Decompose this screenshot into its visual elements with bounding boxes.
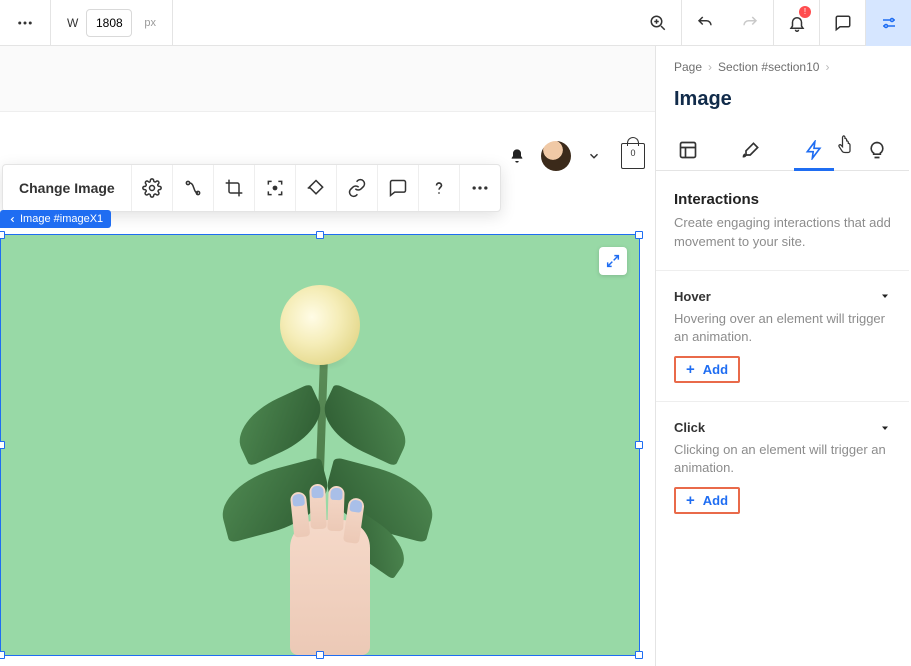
overflow-button[interactable] [460, 165, 500, 211]
link-icon [347, 178, 367, 198]
zoom-button[interactable] [635, 0, 681, 46]
crumb-page[interactable]: Page [674, 60, 702, 74]
link-button[interactable] [337, 165, 378, 211]
comments-button[interactable] [819, 0, 865, 46]
image-preview [1, 235, 639, 655]
inspector-panel: Page Section #section10 Image Interactio… [655, 46, 909, 666]
gear-icon [142, 178, 162, 198]
crop-button[interactable] [214, 165, 255, 211]
change-image-button[interactable]: Change Image [3, 165, 132, 211]
animation-button[interactable] [173, 165, 214, 211]
crop-icon [224, 178, 244, 198]
resize-handle[interactable] [635, 651, 643, 659]
top-toolbar: W px ! [0, 0, 911, 46]
breadcrumb: Page Section #section10 [656, 46, 909, 74]
click-title: Click [674, 420, 705, 435]
expand-icon [605, 253, 621, 269]
panel-title: Image [656, 74, 909, 129]
crumb-sep-icon [825, 60, 829, 74]
comment-icon [388, 178, 408, 198]
focal-point-button[interactable] [255, 165, 296, 211]
undo-icon [696, 14, 714, 32]
caret-down-icon [879, 290, 891, 302]
lightning-icon [804, 140, 824, 160]
divider [656, 270, 909, 271]
add-hover-button[interactable]: + Add [674, 356, 740, 383]
inspector-tabs [656, 129, 909, 171]
divider [656, 401, 909, 402]
selection-label: Image #imageX1 [20, 213, 103, 225]
comment-button[interactable] [378, 165, 419, 211]
ellipsis-icon [470, 178, 490, 198]
crumb-section[interactable]: Section #section10 [718, 60, 819, 74]
click-desc: Clicking on an element will trigger an a… [656, 441, 909, 487]
chevron-down-icon[interactable] [587, 149, 601, 163]
canvas-area[interactable]: 0 Change Image [0, 46, 655, 666]
resize-handle[interactable] [0, 231, 5, 239]
resize-handle[interactable] [635, 231, 643, 239]
lightbulb-icon [867, 140, 887, 160]
redo-icon [741, 14, 759, 32]
selected-image-frame[interactable] [0, 234, 640, 656]
width-unit: px [144, 17, 156, 29]
zoom-in-icon [649, 14, 667, 32]
canvas-bg-top [0, 46, 655, 112]
path-icon [183, 178, 203, 198]
rose-illustration [180, 255, 460, 655]
crumb-sep-icon [708, 60, 712, 74]
resize-handle[interactable] [0, 441, 5, 449]
sliders-icon [880, 14, 898, 32]
image-context-toolbar: Change Image [2, 164, 501, 212]
width-label: W [67, 16, 78, 30]
cart-button[interactable]: 0 [621, 143, 645, 169]
settings-button[interactable] [132, 165, 173, 211]
selection-tag[interactable]: Image #imageX1 [0, 210, 111, 228]
inspector-toggle-button[interactable] [865, 0, 911, 46]
add-hover-label: Add [703, 362, 728, 377]
bell-solid-icon [509, 147, 525, 165]
layout-icon [678, 140, 698, 160]
brush-icon [741, 140, 761, 160]
tab-design[interactable] [719, 129, 782, 170]
chevron-left-icon [8, 215, 17, 224]
mask-shape-icon [306, 178, 326, 198]
plus-icon: + [686, 492, 695, 509]
add-click-button[interactable]: + Add [674, 487, 740, 514]
expand-image-button[interactable] [599, 247, 627, 275]
hover-section-header[interactable]: Hover [656, 275, 909, 310]
resize-handle[interactable] [0, 651, 5, 659]
hover-desc: Hovering over an element will trigger an… [656, 310, 909, 356]
notifications-button[interactable]: ! [773, 0, 819, 46]
plus-icon: + [686, 361, 695, 378]
notification-badge: ! [799, 6, 811, 18]
focal-point-icon [265, 178, 285, 198]
more-menu-button[interactable] [0, 0, 51, 45]
avatar[interactable] [541, 141, 571, 171]
tab-interactions[interactable] [783, 129, 846, 170]
interactions-desc: Create engaging interactions that add mo… [656, 214, 909, 266]
add-click-label: Add [703, 493, 728, 508]
help-button[interactable] [419, 165, 460, 211]
width-input[interactable] [86, 9, 132, 37]
tab-layout[interactable] [656, 129, 719, 170]
page-header-icons: 0 [509, 141, 645, 171]
ellipsis-icon [16, 14, 34, 32]
help-icon [429, 178, 449, 198]
hover-title: Hover [674, 289, 711, 304]
undo-button[interactable] [681, 0, 727, 46]
resize-handle[interactable] [635, 441, 643, 449]
click-section-header[interactable]: Click [656, 406, 909, 441]
mask-button[interactable] [296, 165, 337, 211]
resize-handle[interactable] [316, 651, 324, 659]
tab-ideas[interactable] [846, 129, 909, 170]
redo-button[interactable] [727, 0, 773, 46]
interactions-heading: Interactions [656, 171, 909, 214]
caret-down-icon [879, 422, 891, 434]
resize-handle[interactable] [316, 231, 324, 239]
comment-icon [834, 14, 852, 32]
canvas-width-control: W px [51, 0, 173, 45]
